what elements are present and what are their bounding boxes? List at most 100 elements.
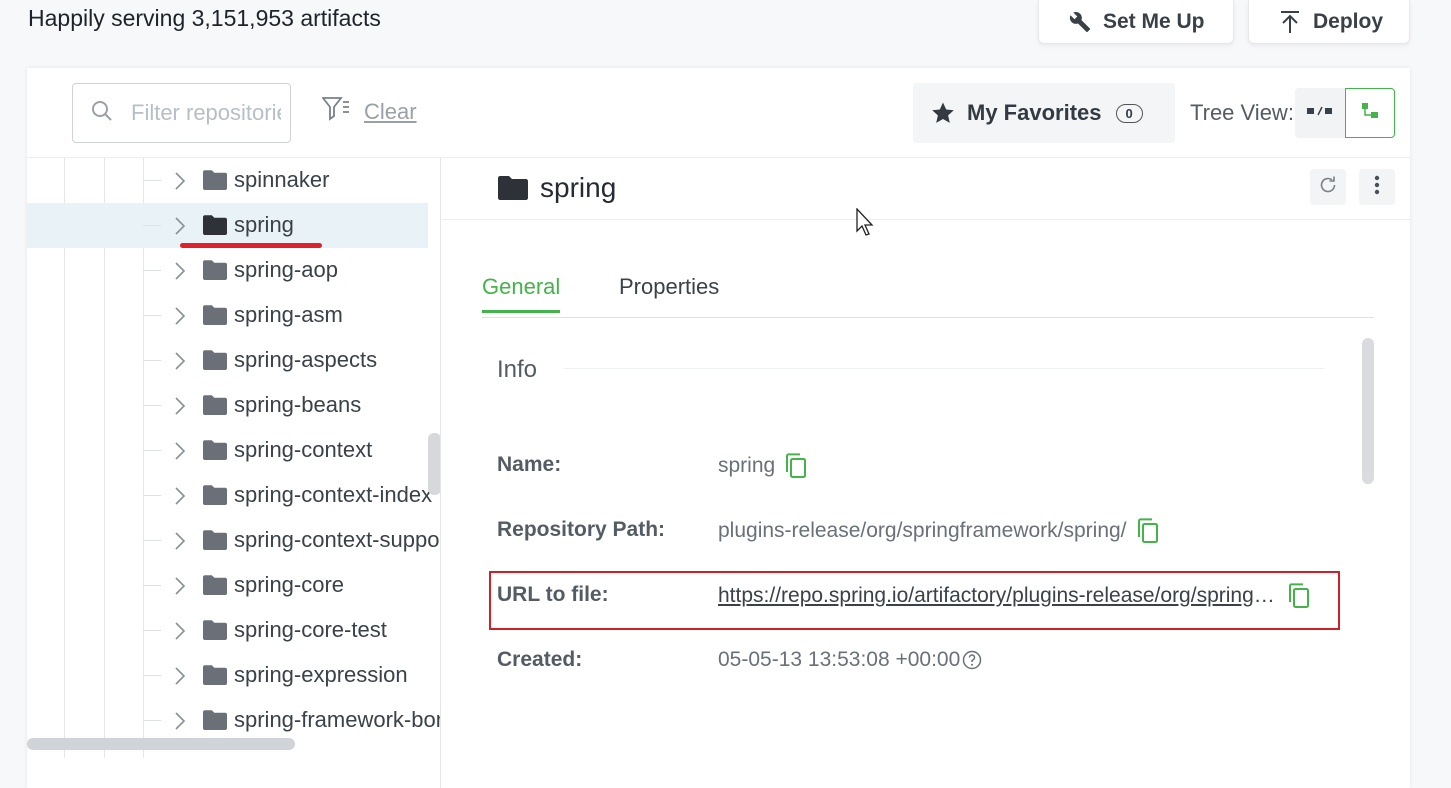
chevron-right-icon[interactable] bbox=[174, 666, 186, 686]
filter-clear-icon bbox=[321, 96, 350, 127]
tree-item[interactable]: spring-context bbox=[27, 428, 428, 473]
tree-item[interactable]: spring-expression bbox=[27, 653, 428, 698]
detail-title: spring bbox=[540, 172, 617, 203]
folder-icon bbox=[202, 214, 228, 236]
created-value: 05-05-13 13:53:08 +00:00 bbox=[718, 648, 961, 671]
chevron-right-icon[interactable] bbox=[174, 171, 186, 191]
tree-item-label: spring-asm bbox=[234, 302, 343, 327]
tree-item-label: spring-expression bbox=[234, 662, 408, 687]
deploy-label: Deploy bbox=[1313, 9, 1384, 33]
deploy-button[interactable]: Deploy bbox=[1248, 0, 1410, 44]
clear-link[interactable]: Clear bbox=[364, 99, 417, 125]
tab-general[interactable]: General bbox=[482, 274, 561, 313]
tree-item-label: spinnaker bbox=[234, 167, 330, 192]
clear-filter[interactable]: Clear bbox=[321, 96, 417, 127]
tree-item[interactable]: spring-context-support bbox=[27, 518, 440, 563]
tree-connector bbox=[143, 585, 161, 586]
chevron-right-icon[interactable] bbox=[174, 441, 186, 461]
detail-pane: spring General Properties Info Name: spr… bbox=[442, 158, 1410, 788]
tree-item[interactable]: spring-framework-bom bbox=[27, 698, 440, 743]
name-label: Name: bbox=[497, 453, 562, 476]
horizontal-scrollbar[interactable] bbox=[27, 738, 295, 750]
chevron-right-icon[interactable] bbox=[174, 621, 186, 641]
name-value: spring bbox=[718, 454, 776, 477]
chevron-right-icon[interactable] bbox=[174, 306, 186, 326]
refresh-button[interactable] bbox=[1310, 169, 1346, 205]
chevron-right-icon[interactable] bbox=[174, 486, 186, 506]
url-label: URL to file: bbox=[497, 583, 609, 606]
folder-icon bbox=[202, 439, 228, 461]
chevron-right-icon[interactable] bbox=[174, 711, 186, 731]
folder-icon bbox=[202, 304, 228, 326]
favorites-count-badge: 0 bbox=[1115, 103, 1143, 123]
folder-icon bbox=[202, 709, 228, 731]
tree-connector bbox=[143, 540, 161, 541]
chevron-right-icon[interactable] bbox=[174, 396, 186, 416]
chevron-right-icon[interactable] bbox=[174, 351, 186, 371]
tree-item[interactable]: spring-context-index bbox=[27, 473, 432, 518]
tree-item[interactable]: spring-core-test bbox=[27, 608, 428, 653]
copy-icon[interactable] bbox=[1288, 583, 1310, 609]
tree-item[interactable]: spinnaker bbox=[27, 158, 428, 203]
folder-icon bbox=[202, 484, 228, 506]
url-link[interactable]: https://repo.spring.io/artifactory/plugi… bbox=[718, 584, 1278, 608]
flat-view-button[interactable] bbox=[1295, 88, 1345, 138]
filter-box[interactable] bbox=[72, 83, 291, 143]
tree-item[interactable]: spring-core bbox=[27, 563, 428, 608]
tree-item[interactable]: spring-aop bbox=[27, 248, 428, 293]
detail-vertical-scrollbar[interactable] bbox=[1362, 338, 1374, 484]
chevron-right-icon[interactable] bbox=[174, 531, 186, 551]
tree-item-label: spring-context-index bbox=[234, 482, 433, 507]
tree-connector bbox=[143, 315, 161, 316]
folder-icon bbox=[202, 259, 228, 281]
url-value-wrap: https://repo.spring.io/artifactory/plugi… bbox=[718, 583, 1310, 609]
tree-item-label: spring-context-support bbox=[234, 527, 441, 552]
tree-connector bbox=[143, 720, 161, 721]
tree-connector bbox=[143, 360, 161, 361]
tree-item-label: spring-core bbox=[234, 572, 345, 597]
tree-item[interactable]: spring bbox=[27, 203, 428, 248]
tree-item[interactable]: spring-asm bbox=[27, 293, 428, 338]
tree-connector bbox=[143, 270, 161, 271]
set-me-up-button[interactable]: Set Me Up bbox=[1038, 0, 1234, 44]
tree-item-label: spring bbox=[234, 212, 294, 237]
top-bar: Happily serving 3,151,953 artifacts Set … bbox=[0, 0, 1451, 60]
search-icon bbox=[91, 100, 113, 127]
repository-path-label: Repository Path: bbox=[497, 518, 666, 541]
tree-connector bbox=[143, 225, 161, 226]
mouse-cursor-icon bbox=[856, 207, 876, 243]
repository-path-value: plugins-release/org/springframework/spri… bbox=[718, 519, 1127, 542]
name-value-wrap: spring bbox=[718, 453, 807, 479]
tree-vertical-scrollbar[interactable] bbox=[428, 433, 440, 495]
tree-connector bbox=[143, 630, 161, 631]
folder-icon bbox=[497, 175, 529, 201]
chevron-right-icon[interactable] bbox=[174, 576, 186, 596]
tree-item[interactable]: spring-beans bbox=[27, 383, 428, 428]
folder-icon bbox=[202, 619, 228, 641]
set-me-up-label: Set Me Up bbox=[1103, 9, 1205, 33]
more-actions-button[interactable] bbox=[1359, 169, 1395, 205]
star-icon bbox=[931, 101, 955, 125]
tree-item-label: spring-aspects bbox=[234, 347, 378, 372]
folder-icon bbox=[202, 664, 228, 686]
chevron-right-icon[interactable] bbox=[174, 216, 186, 236]
copy-icon[interactable] bbox=[785, 453, 807, 479]
tree-connector bbox=[143, 405, 161, 406]
artifact-count-text: Happily serving 3,151,953 artifacts bbox=[28, 5, 381, 31]
artifacts-panel: Clear My Favorites 0 Tree View: bbox=[27, 68, 1410, 788]
tree-view-button[interactable] bbox=[1345, 88, 1395, 138]
folder-icon bbox=[202, 169, 228, 191]
tree-connector bbox=[143, 180, 161, 181]
tree-item-label: spring-core-test bbox=[234, 617, 387, 642]
folder-icon bbox=[202, 394, 228, 416]
help-icon[interactable] bbox=[962, 650, 982, 670]
tab-properties[interactable]: Properties bbox=[619, 274, 719, 310]
detail-tabs: General Properties bbox=[482, 266, 1374, 318]
my-favorites-button[interactable]: My Favorites 0 bbox=[913, 83, 1175, 143]
filter-input[interactable] bbox=[131, 100, 281, 126]
chevron-right-icon[interactable] bbox=[174, 261, 186, 281]
copy-icon[interactable] bbox=[1137, 518, 1159, 544]
more-vertical-icon bbox=[1374, 175, 1380, 200]
tree-item[interactable]: spring-aspects bbox=[27, 338, 428, 383]
view-toggle bbox=[1295, 88, 1395, 138]
